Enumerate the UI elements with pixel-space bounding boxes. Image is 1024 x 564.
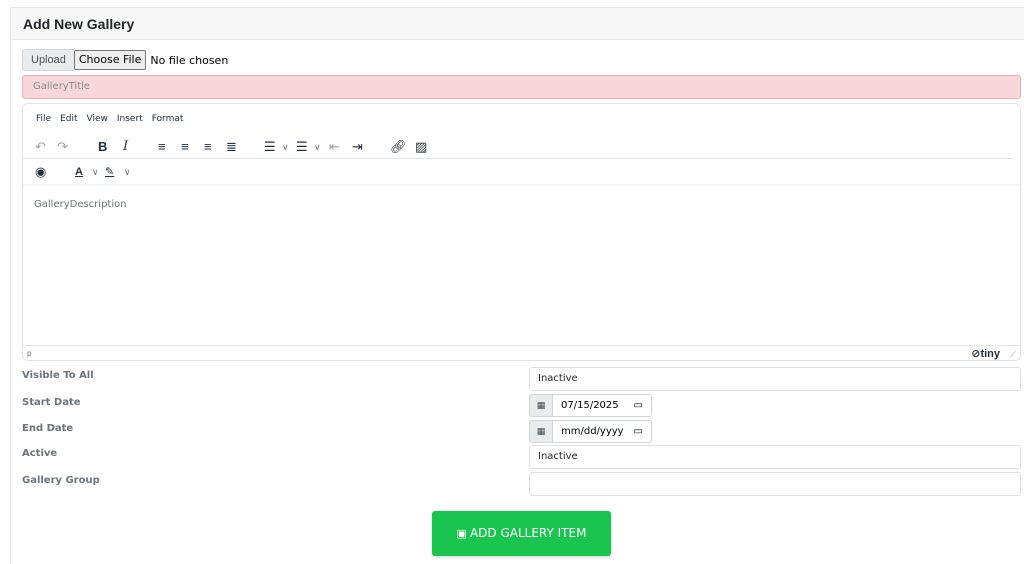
upload-group: Upload Choose File No file chosen bbox=[22, 49, 234, 71]
start-date-value: 07/15/2025 bbox=[561, 400, 619, 411]
tiny-logo[interactable]: ⊘tiny bbox=[971, 347, 1000, 360]
link-icon[interactable]: 🔗︎ bbox=[390, 137, 407, 157]
preview-eye-icon[interactable]: ◉ bbox=[35, 162, 46, 182]
editor-menubar: File Edit View Insert Format bbox=[36, 114, 183, 124]
active-label: Active bbox=[22, 448, 58, 459]
highlight-color-icon[interactable]: ✎ bbox=[105, 162, 114, 182]
rich-text-editor: File Edit View Insert Format ↶ ↷ B I ≡ ≡… bbox=[22, 103, 1021, 361]
end-date-label: End Date bbox=[22, 423, 74, 434]
numbered-list-icon[interactable]: ☰ bbox=[296, 137, 308, 157]
align-justify-icon[interactable]: ≣ bbox=[226, 137, 237, 157]
image-icon[interactable]: ▨ bbox=[415, 137, 427, 157]
editor-statusbar: p ⊘tiny ⟋ bbox=[23, 345, 1020, 361]
align-right-icon[interactable]: ≡ bbox=[204, 137, 212, 157]
chevron-down-icon[interactable]: ∨ bbox=[124, 162, 131, 182]
align-center-icon[interactable]: ≡ bbox=[181, 137, 189, 157]
bold-icon[interactable]: B bbox=[98, 137, 107, 157]
align-left-icon[interactable]: ≡ bbox=[158, 137, 166, 157]
toolbar-shadow bbox=[23, 184, 1020, 187]
calendar-icon: ▦ bbox=[529, 394, 552, 417]
add-folder-icon: ▣ bbox=[456, 527, 467, 540]
end-date-input[interactable]: mm/dd/yyyy ▭ bbox=[552, 420, 652, 443]
undo-icon[interactable]: ↶ bbox=[35, 137, 46, 157]
add-gallery-item-label: ADD GALLERY ITEM bbox=[469, 526, 587, 540]
file-status: No file chosen bbox=[150, 53, 229, 67]
start-date-input[interactable]: 07/15/2025 ▭ bbox=[552, 394, 652, 417]
calendar-icon: ▦ bbox=[529, 420, 552, 443]
visible-to-all-select[interactable]: Inactive bbox=[529, 367, 1021, 391]
file-input[interactable]: Choose File No file chosen bbox=[73, 49, 234, 71]
gallery-group-label: Gallery Group bbox=[22, 475, 100, 486]
visible-to-all-label: Visible To All bbox=[22, 370, 94, 381]
end-date-group: ▦ mm/dd/yyyy ▭ bbox=[529, 420, 652, 443]
italic-icon[interactable]: I bbox=[123, 137, 128, 157]
chevron-down-icon[interactable]: ∨ bbox=[92, 162, 99, 182]
toolbar-divider bbox=[23, 158, 1013, 159]
page-title: Add New Gallery bbox=[23, 16, 135, 32]
gallery-title-input[interactable]: GalleryTitle bbox=[22, 75, 1021, 99]
menu-file[interactable]: File bbox=[36, 114, 51, 124]
gallery-group-select[interactable] bbox=[529, 472, 1021, 496]
gallery-description-input[interactable]: GalleryDescription bbox=[34, 199, 127, 210]
element-path[interactable]: p bbox=[27, 349, 31, 358]
menu-format[interactable]: Format bbox=[152, 114, 184, 124]
redo-icon[interactable]: ↷ bbox=[57, 137, 68, 157]
end-date-value: mm/dd/yyyy bbox=[561, 426, 624, 437]
choose-file-button[interactable]: Choose File bbox=[73, 50, 147, 70]
indent-icon[interactable]: ⇥ bbox=[352, 137, 363, 157]
upload-label: Upload bbox=[22, 49, 74, 71]
outdent-icon[interactable]: ⇤ bbox=[329, 137, 340, 157]
calendar-picker-icon[interactable]: ▭ bbox=[634, 421, 643, 442]
menu-view[interactable]: View bbox=[87, 114, 108, 124]
chevron-down-icon[interactable]: ∨ bbox=[282, 137, 289, 157]
resize-handle-icon[interactable]: ⟋ bbox=[1010, 350, 1016, 360]
start-date-label: Start Date bbox=[22, 397, 81, 408]
start-date-group: ▦ 07/15/2025 ▭ bbox=[529, 394, 652, 417]
bullet-list-icon[interactable]: ☰ bbox=[264, 137, 276, 157]
tiny-brand-text: tiny bbox=[980, 348, 1000, 360]
text-color-icon[interactable]: A bbox=[75, 162, 83, 182]
chevron-down-icon[interactable]: ∨ bbox=[314, 137, 321, 157]
add-gallery-item-button[interactable]: ▣ ADD GALLERY ITEM bbox=[432, 511, 611, 556]
active-select[interactable]: Inactive bbox=[529, 445, 1021, 469]
menu-edit[interactable]: Edit bbox=[60, 114, 77, 124]
card-header: Add New Gallery bbox=[11, 8, 1024, 40]
calendar-picker-icon[interactable]: ▭ bbox=[634, 395, 643, 416]
menu-insert[interactable]: Insert bbox=[117, 114, 143, 124]
